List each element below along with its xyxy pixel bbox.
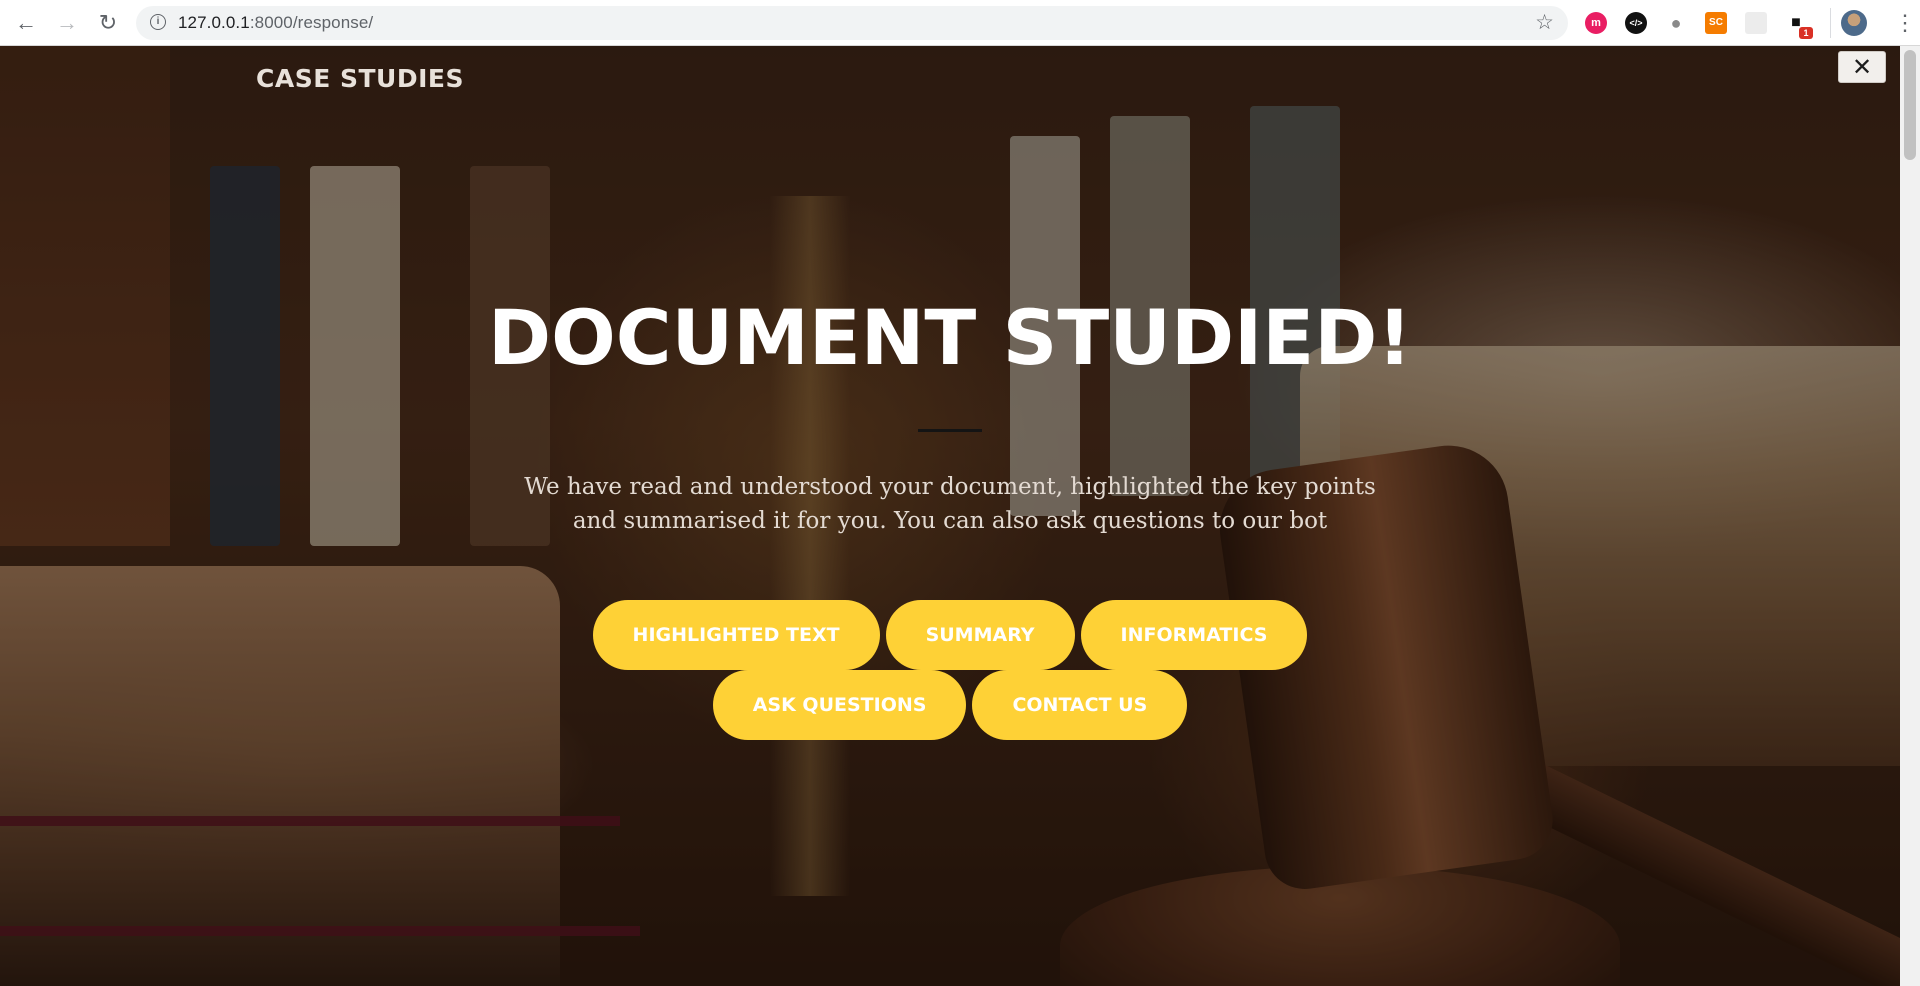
m-extension-icon[interactable]: m xyxy=(1585,12,1607,34)
url-host: 127.0.0.1 xyxy=(178,13,250,32)
extension-badge-count: 1 xyxy=(1799,27,1813,39)
browser-menu-icon[interactable]: ⋮ xyxy=(1894,10,1916,36)
address-bar[interactable]: i 127.0.0.1:8000/response/ ☆ xyxy=(136,6,1568,40)
contact-us-button[interactable]: CONTACT US xyxy=(972,670,1188,740)
profile-avatar[interactable] xyxy=(1841,10,1867,36)
summary-button[interactable]: SUMMARY xyxy=(885,600,1075,670)
sc-extension-icon[interactable]: SC xyxy=(1705,12,1727,34)
informatics-button[interactable]: INFORMATICS xyxy=(1080,600,1308,670)
url-text[interactable]: 127.0.0.1:8000/response/ xyxy=(178,6,373,40)
browser-toolbar: ← → ↻ i 127.0.0.1:8000/response/ ☆ m </>… xyxy=(0,0,1920,46)
site-brand[interactable]: CASE STUDIES xyxy=(256,66,464,91)
reload-icon[interactable]: ↻ xyxy=(94,10,122,36)
scrollbar-thumb[interactable] xyxy=(1904,50,1916,160)
code-extension-icon[interactable]: </> xyxy=(1625,12,1647,34)
url-path: :8000/response/ xyxy=(249,13,374,32)
back-icon[interactable]: ← xyxy=(12,10,40,36)
forward-icon[interactable]: → xyxy=(53,10,81,36)
badge-extension-icon[interactable]: ■ 1 xyxy=(1785,12,1813,39)
primary-actions: HIGHLIGHTED TEXT SUMMARY INFORMATICS xyxy=(0,600,1900,670)
hero-subtitle: We have read and understood your documen… xyxy=(524,474,1376,534)
site-info-icon[interactable]: i xyxy=(150,14,166,30)
page-viewport: CASE STUDIES ✕ DOCUMENT STUDIED! We have… xyxy=(0,46,1900,986)
ask-questions-button[interactable]: ASK QUESTIONS xyxy=(712,670,967,740)
bookmark-star-icon[interactable]: ☆ xyxy=(1535,6,1554,40)
highlighted-text-button[interactable]: HIGHLIGHTED TEXT xyxy=(592,600,880,670)
hero-divider xyxy=(918,429,982,432)
secondary-actions: ASK QUESTIONS CONTACT US xyxy=(0,670,1900,740)
blank-extension-icon[interactable] xyxy=(1745,12,1767,34)
circle-extension-icon[interactable]: ● xyxy=(1665,12,1687,34)
toolbar-divider xyxy=(1830,8,1831,38)
vertical-scrollbar[interactable] xyxy=(1900,46,1920,986)
hero-title: DOCUMENT STUDIED! xyxy=(488,293,1412,382)
close-button[interactable]: ✕ xyxy=(1838,51,1886,83)
